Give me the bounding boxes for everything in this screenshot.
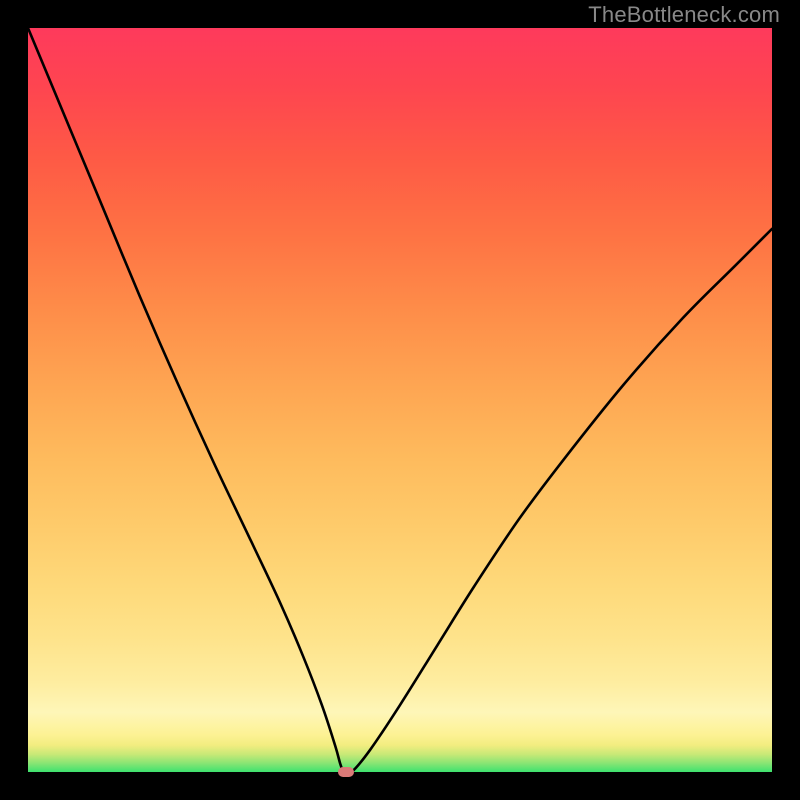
chart-plot-area: [28, 28, 772, 772]
chart-frame: TheBottleneck.com: [0, 0, 800, 800]
bottleneck-curve: [28, 28, 772, 774]
watermark-text: TheBottleneck.com: [588, 2, 780, 28]
optimum-marker: [338, 767, 354, 777]
chart-curve-svg: [28, 28, 772, 772]
